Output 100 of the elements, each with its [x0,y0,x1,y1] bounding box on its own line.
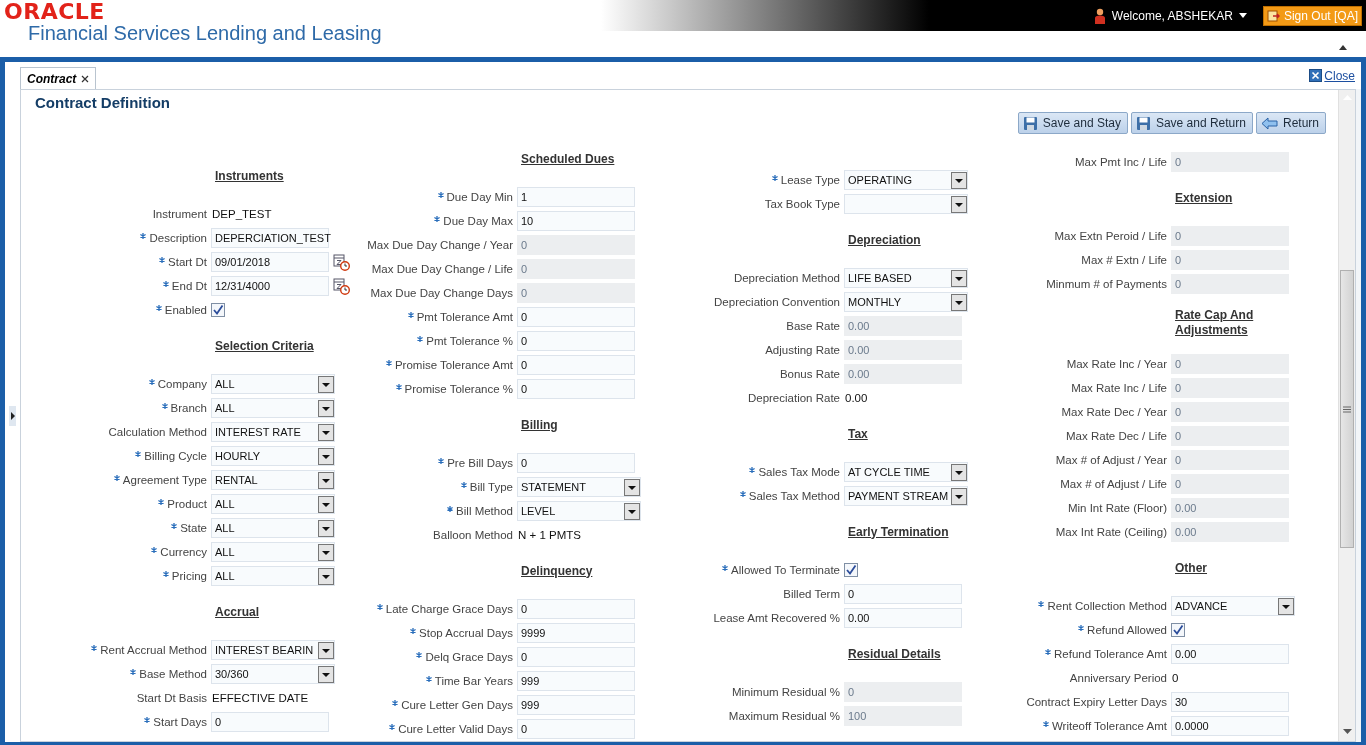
dropdown-button[interactable] [318,519,334,537]
dropdown-button[interactable] [318,567,334,585]
dropdown-button[interactable] [318,375,334,393]
close-link[interactable]: Close [1324,68,1355,83]
text-field[interactable]: 0 [517,599,635,619]
dropdown-button[interactable] [624,502,640,520]
dropdown-field[interactable]: PAYMENT STREAM [844,486,968,506]
dropdown-field[interactable]: LEVEL [517,501,641,521]
dropdown-button[interactable] [951,293,967,311]
dropdown-field[interactable]: MONTHLY [844,292,968,312]
collapse-header-icon[interactable] [1336,43,1350,51]
scrollbar[interactable] [1338,90,1355,741]
field-label: Pricing [171,570,207,582]
required-icon [161,403,168,409]
dropdown-field[interactable]: ALL [211,374,335,394]
dropdown-button[interactable] [318,495,334,513]
dropdown-button[interactable] [318,471,334,489]
dropdown-button[interactable] [951,195,967,213]
save-and-return-button[interactable]: Save and Return [1130,112,1253,134]
checkbox[interactable] [844,563,858,577]
text-field[interactable]: 0 [517,355,635,375]
dropdown-button[interactable] [318,641,334,659]
dropdown-button[interactable] [318,665,334,683]
save-and-stay-button[interactable]: Save and Stay [1017,112,1128,134]
field-label: Pre Bill Days [447,457,513,469]
dropdown-field[interactable]: HOURLY [211,446,335,466]
text-field[interactable]: 0.00 [844,608,962,628]
text-field[interactable]: 0 [517,647,635,667]
dropdown-field[interactable]: AT CYCLE TIME [844,462,968,482]
dropdown-field[interactable]: ALL [211,542,335,562]
scroll-down-icon[interactable] [1342,729,1352,735]
required-icon [438,458,445,464]
dropdown-button[interactable] [624,478,640,496]
text-field[interactable]: 9999 [517,623,635,643]
scroll-thumb[interactable] [1340,270,1354,548]
close-icon[interactable] [1309,69,1323,82]
text-field[interactable]: 0 [211,712,329,732]
required-icon [155,305,162,311]
dropdown-field[interactable]: ALL [211,518,335,538]
field-label: Start Dt [168,256,207,268]
close-icon[interactable] [81,74,90,83]
dropdown-button[interactable] [951,269,967,287]
text-field[interactable]: 1 [517,187,635,207]
dropdown-field[interactable]: OPERATING [844,170,968,190]
text-field[interactable]: 999 [517,695,635,715]
field-label: Balloon Method [433,529,513,541]
calendar-icon[interactable] [333,253,350,271]
logo: ORACLE [4,0,106,22]
dropdown-button[interactable] [318,447,334,465]
dropdown-field[interactable]: INTEREST BEARIN [211,640,335,660]
required-icon [171,523,178,529]
dropdown-button[interactable] [951,487,967,505]
text-field[interactable]: 0.0000 [1171,716,1289,736]
checkbox[interactable] [211,303,225,317]
return-button[interactable]: Return [1255,112,1326,134]
dropdown-button[interactable] [951,171,967,189]
dropdown-field[interactable] [844,194,968,214]
required-icon [407,312,414,318]
text-field[interactable]: 0.00 [1171,644,1289,664]
field-label: Allowed To Terminate [731,564,840,576]
dropdown-button[interactable] [318,543,334,561]
text-field[interactable]: 0 [517,453,635,473]
text-field[interactable]: 0 [844,584,962,604]
dropdown-field[interactable]: 30/360 [211,664,335,684]
text-field[interactable]: 0 [517,307,635,327]
field-label: Depreciation Convention [714,296,840,308]
dropdown-field[interactable]: ALL [211,398,335,418]
dropdown-button[interactable] [1278,597,1294,615]
dropdown-button[interactable] [951,463,967,481]
dropdown-field[interactable]: INTEREST RATE [211,422,335,442]
required-icon [1045,649,1052,655]
text-field[interactable]: 0 [517,379,635,399]
text-field[interactable]: 0 [517,331,635,351]
text-field[interactable]: 0 [517,719,635,739]
dropdown-field[interactable]: LIFE BASED [844,268,968,288]
field-label: Cure Letter Gen Days [401,699,513,711]
dropdown-button[interactable] [318,399,334,417]
text-field[interactable]: DEPERCIATION_TEST [211,228,329,248]
dropdown-button[interactable] [318,423,334,441]
dropdown-field[interactable]: ALL [211,566,335,586]
dropdown-field[interactable]: ADVANCE [1171,596,1295,616]
text-field[interactable]: 10 [517,211,635,231]
date-field[interactable]: 09/01/2018 [211,252,329,272]
section-heading: Delinquency [521,563,594,579]
field-label: Product [167,498,207,510]
contract-tab[interactable]: Contract [20,67,97,89]
user-menu[interactable]: Welcome, ABSHEKAR [1111,8,1233,23]
product-title: Financial Services Lending and Leasing [27,22,382,44]
date-field[interactable]: 12/31/4000 [211,276,329,296]
text-field[interactable]: 999 [517,671,635,691]
calendar-icon[interactable] [333,277,350,295]
text-field[interactable]: 30 [1171,692,1289,712]
dropdown-field[interactable]: STATEMENT [517,477,641,497]
expand-handle-icon[interactable] [9,405,16,426]
dropdown-field[interactable]: ALL [211,494,335,514]
field-label: End Dt [171,280,207,292]
checkbox[interactable] [1171,623,1185,637]
caret-icon[interactable] [1238,13,1247,18]
dropdown-field[interactable]: RENTAL [211,470,335,490]
field-label: Cure Letter Valid Days [398,723,513,735]
